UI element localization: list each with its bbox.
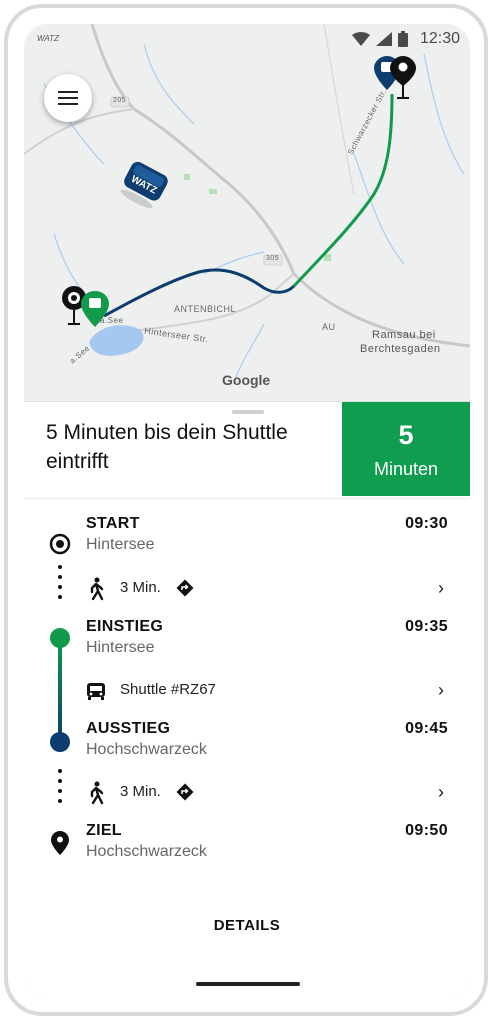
hamburger-menu-icon [58,91,78,105]
place-label-au: AU [322,322,336,332]
stop-title-ausstieg: AUSSTIEG [86,720,171,737]
itinerary-list: START Hintersee 09:30 3 Min. › EINSTIEG … [24,498,470,999]
cellular-signal-icon [375,32,392,46]
leg-walk-2-label: 3 Min. [120,783,161,800]
leg-shuttle[interactable]: Shuttle #RZ67 › [24,671,470,711]
menu-button[interactable] [44,74,92,122]
wifi-icon [351,32,370,46]
boarding-map-pin-icon[interactable] [81,291,109,327]
stop-time-start: 09:30 [405,515,448,532]
stop-place-start: Hintersee [86,536,155,553]
battery-icon [397,31,408,47]
eta-unit: Minuten [373,459,439,479]
google-attribution: Google [222,372,271,388]
sheet-drag-handle[interactable] [232,410,264,414]
leg-shuttle-label: Shuttle #RZ67 [120,681,216,698]
status-time: 12:30 [419,30,460,47]
leg-walk-1[interactable]: 3 Min. › [24,569,470,609]
app-screen: WATZ 12:30 205 305 ANTENBICHL AU Ramsau … [24,24,470,999]
stop-time-ausstieg: 09:45 [405,720,448,737]
brand-mark: WATZ [37,34,59,43]
leg-walk-1-label: 3 Min. [120,579,161,596]
shuttle-vehicle-icon[interactable]: WATZ [119,157,171,209]
chevron-right-icon: › [438,782,444,802]
stop-title-einstieg: EINSTIEG [86,618,164,635]
stop-title-start: START [86,515,140,532]
stop-time-einstieg: 09:35 [405,618,448,635]
leg-walk-2[interactable]: 3 Min. › [24,773,470,813]
home-indicator[interactable] [196,982,300,986]
eta-badge: 5 Minuten [342,402,470,496]
start-target-icon [49,533,71,555]
chevron-right-icon: › [438,680,444,700]
place-label-ramsau-1: Ramsau bei [372,329,436,341]
road-number-label: 205 [113,97,127,104]
walking-icon [90,781,104,805]
stop-time-ziel: 09:50 [405,822,448,839]
stop-place-ziel: Hochschwarzeck [86,843,207,860]
directions-icon[interactable] [176,783,194,801]
road-number-label: 305 [266,255,280,262]
map-view[interactable]: WATZ 12:30 205 305 ANTENBICHL AU Ramsau … [24,24,470,410]
boarding-dot-icon [50,628,70,648]
stop-place-ausstieg: Hochschwarzeck [86,741,207,758]
eta-message: 5 Minuten bis dein Shuttle eintrifft [46,421,288,473]
stop-place-einstieg: Hintersee [86,639,155,656]
shuttle-bus-icon [87,683,105,700]
alighting-dot-icon [50,732,70,752]
walking-icon [90,577,104,601]
place-label-antenbichl: ANTENBICHL [174,304,237,314]
directions-icon[interactable] [176,579,194,597]
eta-value: 5 [398,420,414,450]
status-bar: 12:30 [351,30,460,48]
destination-map-pin-icon[interactable] [390,56,416,102]
stop-title-ziel: ZIEL [86,822,122,839]
eta-banner: 5 Minuten bis dein Shuttle eintrifft 5 M… [24,402,470,498]
details-button[interactable]: DETAILS [24,917,470,934]
chevron-right-icon: › [438,578,444,598]
place-label-ramsau-2: Berchtesgaden [360,343,441,355]
destination-pin-icon [51,831,69,855]
